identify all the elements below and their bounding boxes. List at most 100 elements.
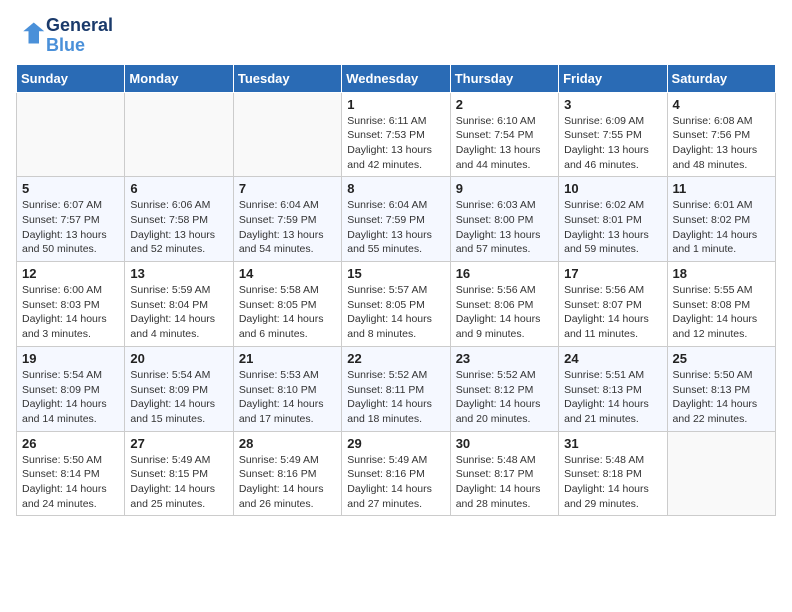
calendar-cell: 26 Sunrise: 5:50 AM Sunset: 8:14 PM Dayli…: [17, 431, 125, 516]
calendar-cell: [667, 431, 775, 516]
day-number: 17: [564, 266, 661, 281]
calendar-cell: 13 Sunrise: 5:59 AM Sunset: 8:04 PM Dayli…: [125, 262, 233, 347]
page-header: General Blue: [16, 16, 776, 56]
day-number: 11: [673, 181, 770, 196]
calendar-cell: [125, 92, 233, 177]
day-info: Sunrise: 6:04 AM Sunset: 7:59 PM Dayligh…: [347, 198, 444, 257]
day-info: Sunrise: 5:49 AM Sunset: 8:16 PM Dayligh…: [239, 453, 336, 512]
day-number: 19: [22, 351, 119, 366]
calendar-cell: 12 Sunrise: 6:00 AM Sunset: 8:03 PM Dayli…: [17, 262, 125, 347]
calendar-cell: 31Sunrise: 5:48 AM Sunset: 8:18 PM Dayli…: [559, 431, 667, 516]
day-number: 10: [564, 181, 661, 196]
day-info: Sunrise: 5:52 AM Sunset: 8:12 PM Dayligh…: [456, 368, 553, 427]
day-info: Sunrise: 5:53 AM Sunset: 8:10 PM Dayligh…: [239, 368, 336, 427]
day-number: 30: [456, 436, 553, 451]
day-number: 7: [239, 181, 336, 196]
day-info: Sunrise: 5:58 AM Sunset: 8:05 PM Dayligh…: [239, 283, 336, 342]
day-number: 14: [239, 266, 336, 281]
calendar-cell: 5 Sunrise: 6:07 AM Sunset: 7:57 PM Daylig…: [17, 177, 125, 262]
calendar-cell: 11 Sunrise: 6:01 AM Sunset: 8:02 PM Dayli…: [667, 177, 775, 262]
day-number: 8: [347, 181, 444, 196]
day-info: Sunrise: 5:48 AM Sunset: 8:17 PM Dayligh…: [456, 453, 553, 512]
day-info: Sunrise: 6:00 AM Sunset: 8:03 PM Dayligh…: [22, 283, 119, 342]
day-number: 27: [130, 436, 227, 451]
day-number: 2: [456, 97, 553, 112]
day-info: Sunrise: 5:56 AM Sunset: 8:07 PM Dayligh…: [564, 283, 661, 342]
calendar-week-row: 26 Sunrise: 5:50 AM Sunset: 8:14 PM Dayli…: [17, 431, 776, 516]
calendar-cell: [233, 92, 341, 177]
calendar-week-row: 1Sunrise: 6:11 AM Sunset: 7:53 PM Daylig…: [17, 92, 776, 177]
calendar-week-row: 19 Sunrise: 5:54 AM Sunset: 8:09 PM Dayli…: [17, 346, 776, 431]
day-info: Sunrise: 6:09 AM Sunset: 7:55 PM Dayligh…: [564, 114, 661, 173]
day-number: 23: [456, 351, 553, 366]
day-info: Sunrise: 6:03 AM Sunset: 8:00 PM Dayligh…: [456, 198, 553, 257]
calendar-cell: 28Sunrise: 5:49 AM Sunset: 8:16 PM Dayli…: [233, 431, 341, 516]
day-info: Sunrise: 6:06 AM Sunset: 7:58 PM Dayligh…: [130, 198, 227, 257]
calendar-cell: 3Sunrise: 6:09 AM Sunset: 7:55 PM Daylig…: [559, 92, 667, 177]
day-number: 29: [347, 436, 444, 451]
calendar-cell: 4 Sunrise: 6:08 AM Sunset: 7:56 PM Daylig…: [667, 92, 775, 177]
day-number: 9: [456, 181, 553, 196]
calendar-cell: 30 Sunrise: 5:48 AM Sunset: 8:17 PM Dayli…: [450, 431, 558, 516]
calendar-week-row: 12 Sunrise: 6:00 AM Sunset: 8:03 PM Dayli…: [17, 262, 776, 347]
day-info: Sunrise: 5:57 AM Sunset: 8:05 PM Dayligh…: [347, 283, 444, 342]
day-number: 15: [347, 266, 444, 281]
day-number: 6: [130, 181, 227, 196]
day-info: Sunrise: 5:55 AM Sunset: 8:08 PM Dayligh…: [673, 283, 770, 342]
calendar-cell: 17 Sunrise: 5:56 AM Sunset: 8:07 PM Dayli…: [559, 262, 667, 347]
calendar-cell: [17, 92, 125, 177]
weekday-header: Friday: [559, 64, 667, 92]
calendar-cell: 19 Sunrise: 5:54 AM Sunset: 8:09 PM Dayli…: [17, 346, 125, 431]
calendar-cell: 27 Sunrise: 5:49 AM Sunset: 8:15 PM Dayli…: [125, 431, 233, 516]
day-info: Sunrise: 5:54 AM Sunset: 8:09 PM Dayligh…: [22, 368, 119, 427]
day-number: 1: [347, 97, 444, 112]
day-number: 20: [130, 351, 227, 366]
day-info: Sunrise: 5:51 AM Sunset: 8:13 PM Dayligh…: [564, 368, 661, 427]
calendar-cell: 23 Sunrise: 5:52 AM Sunset: 8:12 PM Dayli…: [450, 346, 558, 431]
day-info: Sunrise: 6:08 AM Sunset: 7:56 PM Dayligh…: [673, 114, 770, 173]
day-info: Sunrise: 5:49 AM Sunset: 8:15 PM Dayligh…: [130, 453, 227, 512]
calendar-cell: 18 Sunrise: 5:55 AM Sunset: 8:08 PM Dayli…: [667, 262, 775, 347]
day-info: Sunrise: 5:49 AM Sunset: 8:16 PM Dayligh…: [347, 453, 444, 512]
day-number: 16: [456, 266, 553, 281]
calendar-cell: 16Sunrise: 5:56 AM Sunset: 8:06 PM Dayli…: [450, 262, 558, 347]
day-info: Sunrise: 5:50 AM Sunset: 8:14 PM Dayligh…: [22, 453, 119, 512]
calendar-cell: 25 Sunrise: 5:50 AM Sunset: 8:13 PM Dayli…: [667, 346, 775, 431]
day-info: Sunrise: 5:50 AM Sunset: 8:13 PM Dayligh…: [673, 368, 770, 427]
day-info: Sunrise: 6:04 AM Sunset: 7:59 PM Dayligh…: [239, 198, 336, 257]
weekday-header: Monday: [125, 64, 233, 92]
calendar-cell: 22Sunrise: 5:52 AM Sunset: 8:11 PM Dayli…: [342, 346, 450, 431]
calendar-cell: 24 Sunrise: 5:51 AM Sunset: 8:13 PM Dayli…: [559, 346, 667, 431]
weekday-header: Saturday: [667, 64, 775, 92]
day-info: Sunrise: 5:54 AM Sunset: 8:09 PM Dayligh…: [130, 368, 227, 427]
day-number: 24: [564, 351, 661, 366]
day-number: 4: [673, 97, 770, 112]
day-number: 21: [239, 351, 336, 366]
day-number: 12: [22, 266, 119, 281]
weekday-header: Thursday: [450, 64, 558, 92]
calendar-cell: 1Sunrise: 6:11 AM Sunset: 7:53 PM Daylig…: [342, 92, 450, 177]
calendar-cell: 14 Sunrise: 5:58 AM Sunset: 8:05 PM Dayli…: [233, 262, 341, 347]
day-number: 5: [22, 181, 119, 196]
calendar-cell: 20 Sunrise: 5:54 AM Sunset: 8:09 PM Dayli…: [125, 346, 233, 431]
day-info: Sunrise: 5:59 AM Sunset: 8:04 PM Dayligh…: [130, 283, 227, 342]
day-info: Sunrise: 6:10 AM Sunset: 7:54 PM Dayligh…: [456, 114, 553, 173]
calendar-cell: 8 Sunrise: 6:04 AM Sunset: 7:59 PM Daylig…: [342, 177, 450, 262]
weekday-header: Sunday: [17, 64, 125, 92]
day-number: 22: [347, 351, 444, 366]
calendar-header-row: SundayMondayTuesdayWednesdayThursdayFrid…: [17, 64, 776, 92]
logo: General Blue: [16, 16, 113, 56]
calendar-cell: 21 Sunrise: 5:53 AM Sunset: 8:10 PM Dayli…: [233, 346, 341, 431]
calendar-cell: 6 Sunrise: 6:06 AM Sunset: 7:58 PM Daylig…: [125, 177, 233, 262]
day-info: Sunrise: 6:01 AM Sunset: 8:02 PM Dayligh…: [673, 198, 770, 257]
day-info: Sunrise: 6:07 AM Sunset: 7:57 PM Dayligh…: [22, 198, 119, 257]
day-number: 13: [130, 266, 227, 281]
calendar-week-row: 5 Sunrise: 6:07 AM Sunset: 7:57 PM Daylig…: [17, 177, 776, 262]
calendar-cell: 29 Sunrise: 5:49 AM Sunset: 8:16 PM Dayli…: [342, 431, 450, 516]
calendar-cell: 10Sunrise: 6:02 AM Sunset: 8:01 PM Dayli…: [559, 177, 667, 262]
day-number: 18: [673, 266, 770, 281]
day-number: 26: [22, 436, 119, 451]
day-number: 25: [673, 351, 770, 366]
calendar-table: SundayMondayTuesdayWednesdayThursdayFrid…: [16, 64, 776, 517]
calendar-cell: 15 Sunrise: 5:57 AM Sunset: 8:05 PM Dayli…: [342, 262, 450, 347]
